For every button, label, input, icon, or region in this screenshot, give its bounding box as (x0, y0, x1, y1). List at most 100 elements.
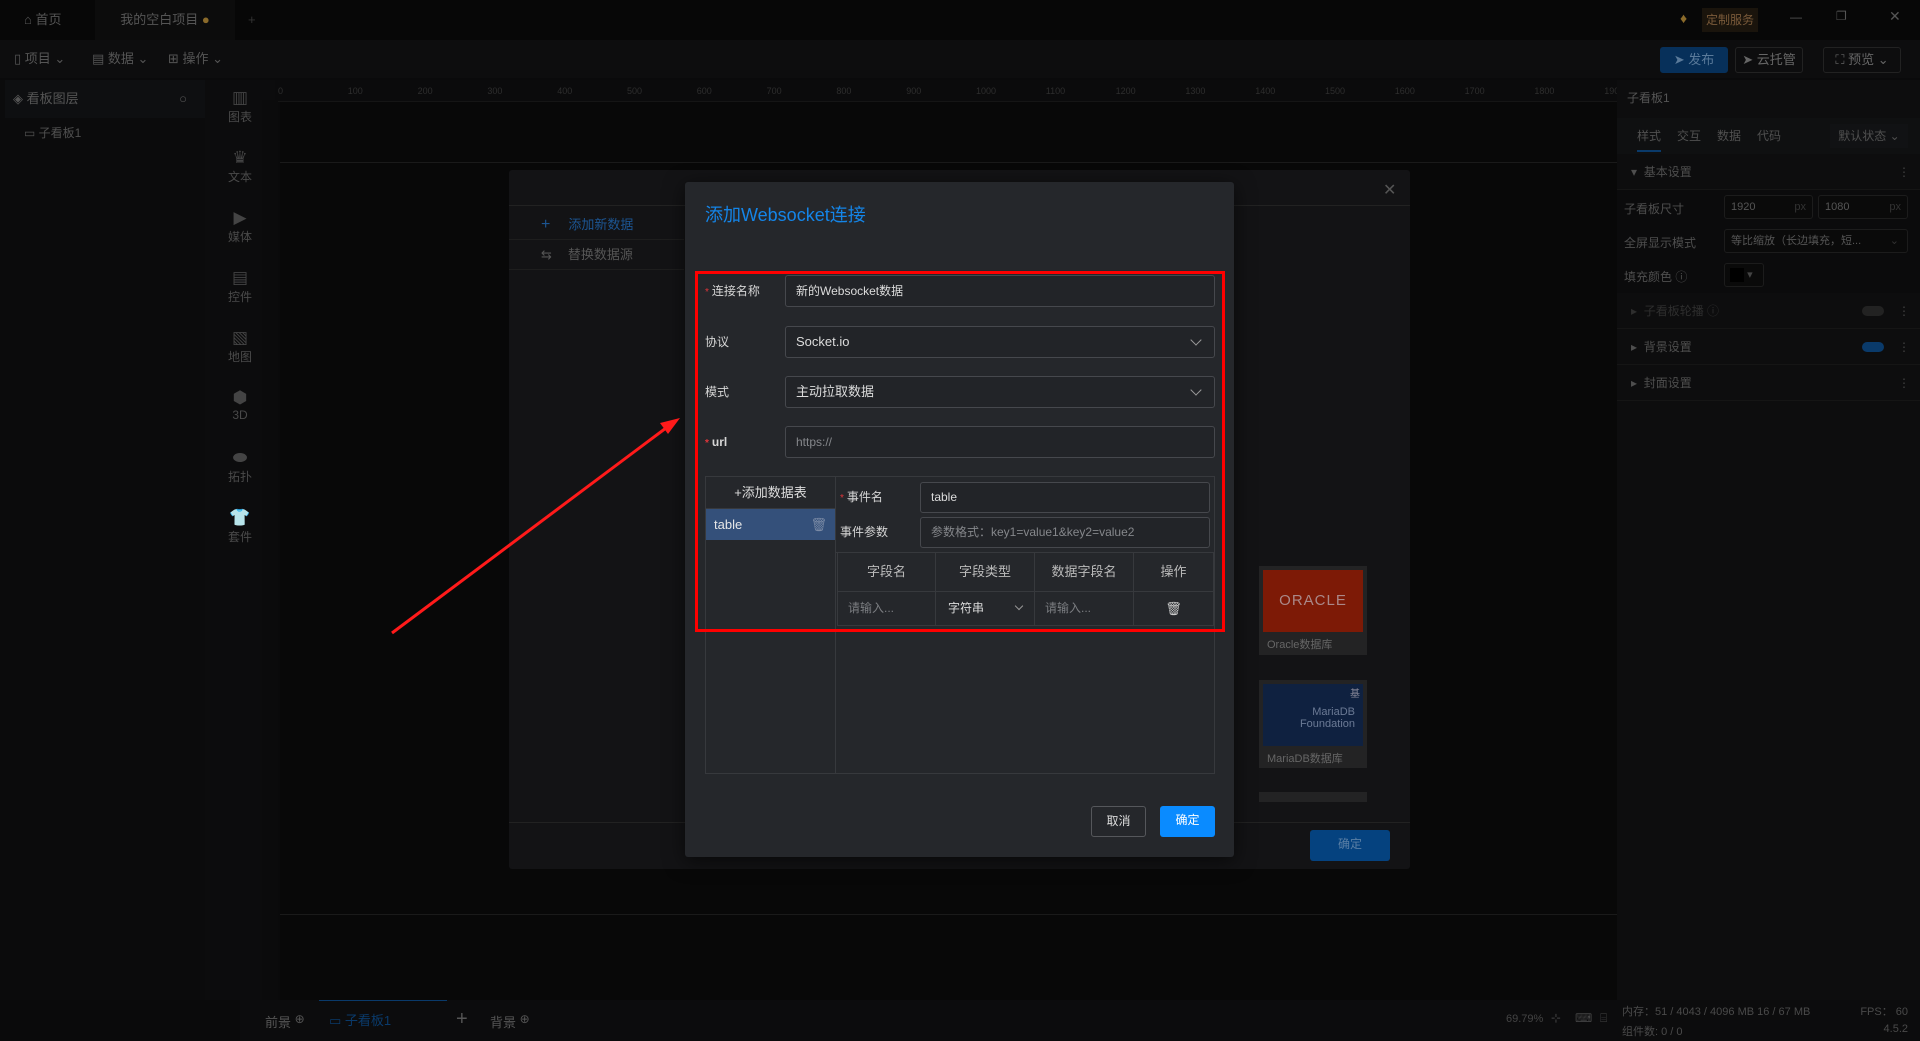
data-field-input[interactable]: 请输入... (1035, 592, 1134, 626)
table-list-item[interactable]: table 🗑 (706, 509, 835, 540)
background-tab[interactable]: 背景 ⊕ (490, 1012, 530, 1031)
trash-icon[interactable]: 🗑 (810, 509, 827, 540)
ok-button[interactable]: 确定 (1160, 806, 1215, 837)
mode-select[interactable]: 主动拉取数据 (785, 376, 1215, 408)
cancel-button[interactable]: 取消 (1091, 806, 1146, 837)
cover-section[interactable]: ▸ 封面设置 ⋮ (1617, 365, 1920, 401)
next-card[interactable] (1259, 792, 1367, 802)
protocol-select[interactable]: Socket.io (785, 326, 1215, 358)
new-tab-button[interactable]: + (248, 0, 256, 40)
preview-button[interactable]: ⛶ 预览 ⌄ (1823, 47, 1901, 73)
send-icon: ➤ (1673, 52, 1689, 67)
mariadb-card[interactable]: MariaDB Foundation 基 MariaDB数据库 (1259, 680, 1367, 768)
add-board-button[interactable]: + (456, 1008, 468, 1031)
title-bar (0, 0, 1920, 40)
foreground-tab[interactable]: 前景 ⊕ (265, 1012, 305, 1031)
add-circle-icon[interactable]: ⊕ (520, 1012, 530, 1026)
plus-icon: + (541, 216, 551, 233)
restore-icon[interactable]: ❐ (1836, 9, 1847, 23)
width-input[interactable]: 1920 px (1724, 195, 1813, 219)
background-section[interactable]: ▸ 背景设置 ⋮ (1617, 329, 1920, 365)
delete-row-icon[interactable]: 🗑 (1134, 592, 1214, 626)
terminal-icon[interactable]: ⌸ (1600, 1011, 1607, 1026)
operate-menu[interactable]: ⊞ 操作 ⌄ (168, 40, 223, 78)
more-icon[interactable]: ⋮ (1898, 329, 1910, 365)
layer-panel-header: ◈ 看板图层 ○ (5, 80, 205, 118)
event-params-input[interactable]: 参数格式：key1=value1&key2=value2 (920, 517, 1210, 548)
tab-project[interactable]: 我的空白项目 ● (95, 0, 235, 40)
more-icon[interactable]: ⋮ (1898, 293, 1910, 329)
tab-data[interactable]: 数据 (1717, 127, 1741, 144)
fill-color-label: 填充颜色 ⓘ (1624, 270, 1688, 284)
event-name-input[interactable]: table (920, 482, 1210, 513)
publish-button[interactable]: ➤ 发布 (1660, 47, 1728, 73)
ruler-tick-label: 1200 (1115, 86, 1136, 96)
add-table-button[interactable]: +添加数据表 (706, 477, 835, 509)
field-type-select[interactable]: 字符串 (936, 592, 1035, 626)
tab-interaction[interactable]: 交互 (1677, 127, 1701, 144)
oracle-card[interactable]: ORACLE Oracle数据库 (1259, 566, 1367, 655)
chevron-down-icon (1190, 334, 1202, 346)
carousel-section[interactable]: ▸ 子看板轮播 ⓘ ⋮ (1617, 293, 1920, 329)
board-icon: ▭ (329, 1013, 345, 1028)
divider (835, 476, 836, 774)
board-tab[interactable]: ▭ 子看板1 (319, 1000, 447, 1040)
chevron-down-icon (1014, 601, 1024, 611)
zoom-level[interactable]: 69.79% (1506, 1013, 1543, 1025)
column-header: 字段类型 (936, 553, 1035, 592)
fill-color-picker[interactable]: ▾ (1724, 263, 1764, 287)
ruler-tick-label: 500 (627, 86, 643, 96)
background-toggle[interactable] (1862, 342, 1884, 352)
mode-label: 模式 (705, 385, 730, 399)
tab-code[interactable]: 代码 (1757, 127, 1781, 144)
close-window-icon[interactable]: ✕ (1889, 8, 1901, 25)
panel-title: 子看板1 (1627, 91, 1670, 105)
home-icon: ⌂ (24, 12, 36, 27)
version: 4.5.2 (1883, 1023, 1908, 1035)
fit-screen-icon[interactable]: ⊹ (1551, 1011, 1561, 1025)
minimize-icon[interactable]: — (1790, 10, 1802, 24)
bg-confirm-button[interactable]: 确定 (1310, 830, 1390, 861)
custom-service-button[interactable]: 定制服务 (1702, 8, 1758, 32)
board-icon: ▭ (24, 126, 39, 140)
cloud-host-button[interactable]: ➤ 云托管 (1735, 47, 1803, 73)
unsaved-dot-icon: ● (201, 12, 210, 27)
height-input[interactable]: 1080 px (1818, 195, 1908, 219)
fullscreen-select[interactable]: 等比缩放（长边填充，短... ⌄ (1724, 229, 1908, 253)
menu-replace-source[interactable]: ⇆ 替换数据源 (509, 240, 684, 270)
send-icon: ➤ (1742, 52, 1757, 67)
ruler-tick-label: 1000 (976, 86, 997, 96)
ruler-tick-label: 1400 (1255, 86, 1276, 96)
close-icon[interactable]: ✕ (1383, 180, 1396, 200)
ruler-tick-label: 600 (696, 86, 712, 96)
event-params-label: 事件参数 (840, 525, 889, 539)
basic-settings-header[interactable]: ▾ 基本设置 ⋮ (1617, 154, 1920, 190)
carousel-toggle[interactable] (1862, 306, 1884, 316)
more-icon[interactable]: ⋮ (1898, 365, 1910, 401)
layer-item[interactable]: ▭ 子看板1 (24, 124, 81, 141)
top-ruler[interactable]: 0 100 200 300 400 500 600 700 800 900 1000 1100 1200… (275, 80, 1624, 102)
url-input[interactable]: https:// (785, 426, 1215, 458)
component-count: 组件数: 0 / 0 (1622, 1026, 1683, 1038)
name-label: * 连接名称 (705, 284, 760, 298)
ruler-tick-label: 1700 (1464, 86, 1485, 96)
chevron-down-icon (1190, 384, 1202, 396)
data-menu[interactable]: ▤ 数据 ⌄ (92, 40, 148, 78)
field-table: 字段名 字段类型 数据字段名 操作 请输入... 字符串 请输入... 🗑 (837, 553, 1214, 626)
connection-name-input[interactable]: 新的Websocket数据 (785, 275, 1215, 307)
search-icon[interactable]: ○ (179, 80, 187, 118)
tab-style[interactable]: 样式 (1637, 127, 1662, 152)
add-circle-icon[interactable]: ⊕ (295, 1012, 305, 1026)
keyboard-icon[interactable]: ⌨ (1575, 1011, 1592, 1025)
field-name-input[interactable]: 请输入... (838, 592, 936, 626)
state-dropdown[interactable]: 默认状态 ⌄ (1830, 124, 1908, 148)
left-ruler[interactable] (262, 100, 278, 1000)
tab-home[interactable]: ⌂ 首页 (24, 0, 61, 40)
menu-add-data[interactable]: + 添加新数据 (509, 210, 684, 240)
more-icon[interactable]: ⋮ (1898, 154, 1910, 190)
project-menu[interactable]: ▯ 项目 ⌄ (14, 40, 65, 78)
event-name-label: * 事件名 (840, 490, 883, 504)
ruler-tick-label: 800 (836, 86, 852, 96)
column-header: 操作 (1134, 553, 1214, 592)
diamond-icon: ♦ (1680, 10, 1688, 26)
